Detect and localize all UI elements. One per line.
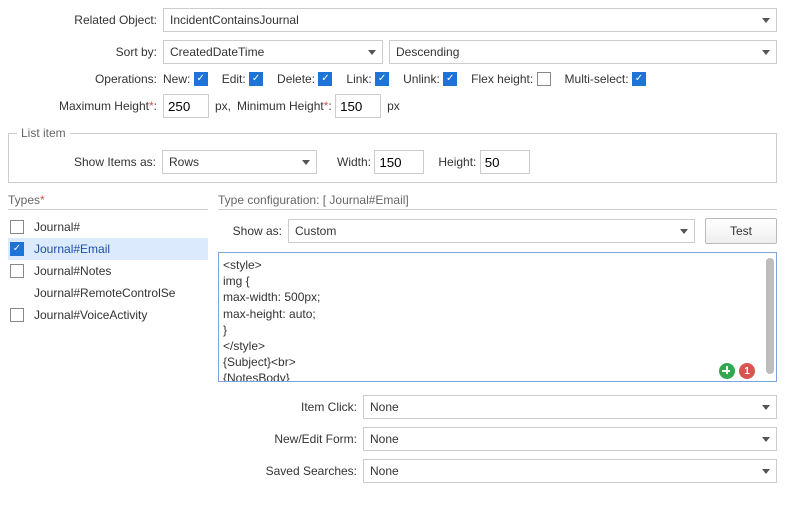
type-label: Journal#VoiceActivity xyxy=(34,308,147,322)
type-item-journal[interactable]: Journal# xyxy=(8,216,208,238)
type-item-journal-notes[interactable]: Journal#Notes xyxy=(8,260,208,282)
chevron-down-icon xyxy=(762,469,770,474)
type-item-journal-remote[interactable]: Journal#RemoteControlSe xyxy=(8,282,208,304)
plus-icon[interactable] xyxy=(719,363,735,379)
unlink-label: Unlink: xyxy=(403,72,440,86)
types-title: Types xyxy=(8,193,45,207)
new-label: New: xyxy=(163,72,190,86)
list-item-legend: List item xyxy=(17,126,70,140)
show-items-as-combo[interactable]: Rows xyxy=(162,150,317,174)
saved-searches-value: None xyxy=(370,464,399,478)
new-edit-form-label: New/Edit Form: xyxy=(218,432,363,446)
min-height-label: Minimum Height xyxy=(237,99,328,113)
show-items-as-label: Show Items as: xyxy=(17,155,162,169)
flex-height-checkbox[interactable] xyxy=(537,72,551,86)
height-label: Height: xyxy=(438,155,476,169)
edit-checkbox[interactable]: ✓ xyxy=(249,72,263,86)
type-item-journal-email[interactable]: ✓ Journal#Email xyxy=(8,238,208,260)
multi-select-label: Multi-select: xyxy=(565,72,629,86)
item-click-value: None xyxy=(370,400,399,414)
item-click-label: Item Click: xyxy=(218,400,363,414)
chevron-down-icon xyxy=(762,18,770,23)
max-height-input[interactable] xyxy=(163,94,209,118)
new-edit-form-combo[interactable]: None xyxy=(363,427,777,451)
item-click-combo[interactable]: None xyxy=(363,395,777,419)
delete-checkbox[interactable]: ✓ xyxy=(318,72,332,86)
chevron-down-icon xyxy=(762,405,770,410)
test-button[interactable]: Test xyxy=(705,218,777,244)
list-item-fieldset: List item Show Items as: Rows Width: Hei… xyxy=(8,126,777,183)
unlink-checkbox[interactable]: ✓ xyxy=(443,72,457,86)
sort-field-combo[interactable]: CreatedDateTime xyxy=(163,40,383,64)
saved-searches-label: Saved Searches: xyxy=(218,464,363,478)
chevron-down-icon xyxy=(302,160,310,165)
px-label: px, xyxy=(215,99,231,113)
max-height-label: Maximum Height xyxy=(59,99,154,113)
flex-height-label: Flex height: xyxy=(471,72,533,86)
width-label: Width: xyxy=(337,155,371,169)
scrollbar-thumb[interactable] xyxy=(766,258,774,374)
delete-label: Delete: xyxy=(277,72,315,86)
type-checkbox[interactable] xyxy=(10,220,24,234)
link-checkbox[interactable]: ✓ xyxy=(375,72,389,86)
sort-direction-value: Descending xyxy=(396,45,459,59)
show-items-as-value: Rows xyxy=(169,155,199,169)
link-label: Link: xyxy=(346,72,371,86)
template-editor[interactable] xyxy=(218,252,777,382)
new-checkbox[interactable]: ✓ xyxy=(194,72,208,86)
related-object-label: Related Object: xyxy=(8,13,163,27)
chevron-down-icon xyxy=(762,50,770,55)
type-label: Journal# xyxy=(34,220,80,234)
multi-select-checkbox[interactable]: ✓ xyxy=(632,72,646,86)
sort-by-label: Sort by: xyxy=(8,45,163,59)
sort-field-value: CreatedDateTime xyxy=(170,45,264,59)
edit-label: Edit: xyxy=(222,72,246,86)
chevron-down-icon xyxy=(762,437,770,442)
operations-label: Operations: xyxy=(8,72,163,86)
type-item-journal-voice[interactable]: Journal#VoiceActivity xyxy=(8,304,208,326)
type-config-title: Type configuration: [ Journal#Email] xyxy=(218,193,777,210)
show-as-value: Custom xyxy=(295,224,336,238)
min-height-input[interactable] xyxy=(335,94,381,118)
show-as-combo[interactable]: Custom xyxy=(288,219,695,243)
width-input[interactable] xyxy=(374,150,424,174)
chevron-down-icon xyxy=(680,229,688,234)
type-label: Journal#Notes xyxy=(34,264,111,278)
type-label: Journal#RemoteControlSe xyxy=(34,286,175,300)
px-label-2: px xyxy=(387,99,400,113)
chevron-down-icon xyxy=(368,50,376,55)
related-object-combo[interactable]: IncidentContainsJournal xyxy=(163,8,777,32)
type-label: Journal#Email xyxy=(34,242,110,256)
saved-searches-combo[interactable]: None xyxy=(363,459,777,483)
new-edit-form-value: None xyxy=(370,432,399,446)
type-checkbox[interactable] xyxy=(10,264,24,278)
show-as-label: Show as: xyxy=(218,224,288,238)
error-badge[interactable]: 1 xyxy=(739,363,755,379)
related-object-value: IncidentContainsJournal xyxy=(170,13,299,27)
type-checkbox[interactable] xyxy=(10,308,24,322)
height-input[interactable] xyxy=(480,150,530,174)
sort-direction-combo[interactable]: Descending xyxy=(389,40,777,64)
type-checkbox[interactable]: ✓ xyxy=(10,242,24,256)
